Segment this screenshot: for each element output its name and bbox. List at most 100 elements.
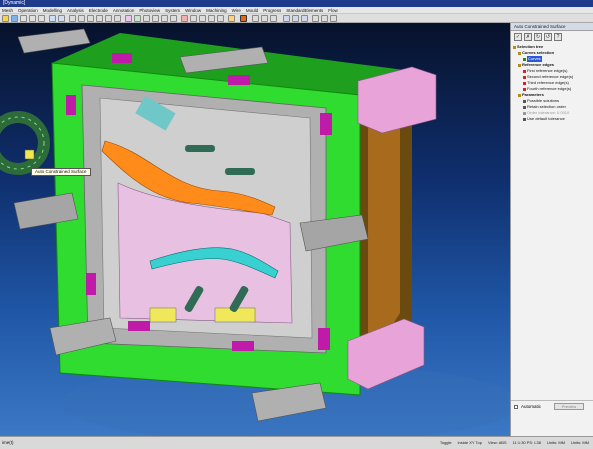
tree-node-icon [523, 81, 526, 85]
tooltip: Auto Constrained Surface [31, 168, 91, 176]
copy-icon[interactable] [29, 15, 36, 22]
layer-icon[interactable] [190, 15, 197, 22]
solid-icon[interactable] [114, 15, 121, 22]
toolbar [0, 14, 593, 23]
select-icon[interactable] [252, 15, 259, 22]
tree-node-icon [523, 57, 526, 61]
menu-item-analysis[interactable]: Analysis [67, 8, 84, 13]
curve-icon[interactable] [96, 15, 103, 22]
automatic-label: Automatic [521, 404, 542, 409]
window-title: [Dynamic] [0, 0, 593, 7]
purple-pad [112, 53, 132, 63]
purple-pad [232, 341, 254, 351]
purple-pad [320, 113, 332, 135]
purple-pad [86, 273, 96, 295]
menu-item-standardelements[interactable]: StandardElements [286, 8, 323, 13]
view-iso-icon[interactable] [217, 15, 224, 22]
section-icon[interactable] [301, 15, 308, 22]
3d-viewport[interactable]: Auto Constrained Surface [0, 23, 510, 436]
tree-node-icon [523, 105, 526, 109]
tree-node-icon [523, 99, 526, 103]
mould-model [0, 28, 510, 436]
arc-icon[interactable] [87, 15, 94, 22]
redo-icon[interactable] [58, 15, 65, 22]
light-icon[interactable] [292, 15, 299, 22]
color-swatch-selected[interactable] [24, 149, 35, 160]
line-icon[interactable] [78, 15, 85, 22]
menu-item-photoview[interactable]: Photoview [139, 8, 160, 13]
tree-node-icon [513, 45, 516, 49]
menu-item-mould[interactable]: Mould [246, 8, 258, 13]
automatic-checkbox[interactable] [514, 404, 518, 409]
active-tool-icon[interactable] [240, 15, 247, 22]
purple-pad [128, 321, 150, 331]
paste-icon[interactable] [38, 15, 45, 22]
measure-icon[interactable] [181, 15, 188, 22]
tree-node-icon [518, 51, 521, 55]
help-icon[interactable]: ? [554, 33, 562, 41]
clamp-top-left [17, 28, 91, 54]
purple-pad [66, 95, 76, 115]
tree-node-icon [523, 69, 526, 73]
properties-panel: Auto Constrained Surface ✓ ✗ ↻ ↺? Selection… [510, 23, 593, 436]
pan-icon[interactable] [161, 15, 168, 22]
menu-item-wire[interactable]: Wire [232, 8, 241, 13]
status-items: Toggle inside XY Top View: ABS 11:1:30 PS: … [440, 440, 589, 445]
highlight-icon[interactable] [228, 15, 235, 22]
status-item: Toggle [439, 440, 452, 445]
selection-tree: Selection tree Curves selection Curves Refe… [511, 43, 593, 123]
yellow-insert-left [149, 307, 177, 323]
menu-item-mesh[interactable]: Mesh [2, 8, 13, 13]
axis-icon[interactable] [321, 15, 328, 22]
panel-toolbar: ✓ ✗ ↻ ↺? [511, 31, 593, 43]
snap-icon[interactable] [270, 15, 277, 22]
menu-item-annotation[interactable]: Annotation [113, 8, 135, 13]
menu-item-progress[interactable]: Progress [263, 8, 281, 13]
render-icon[interactable] [283, 15, 290, 22]
menu-item-electrode[interactable]: Electrode [89, 8, 108, 13]
menu-item-window[interactable]: Window [185, 8, 201, 13]
zoom-in-icon[interactable] [143, 15, 150, 22]
shade-icon[interactable] [125, 15, 132, 22]
tree-node-icon [523, 111, 526, 115]
open-icon[interactable] [2, 15, 9, 22]
menu-item-flow[interactable]: Flow [328, 8, 338, 13]
save-icon[interactable] [11, 15, 18, 22]
tree-node-icon [518, 63, 521, 67]
surface-icon[interactable] [105, 15, 112, 22]
menu-bar: Mesh Operation Modelling Analysis Electrode A… [0, 7, 593, 14]
point-icon[interactable] [69, 15, 76, 22]
tree-node-icon [523, 87, 526, 91]
status-item: Units: MM [547, 440, 565, 445]
ok-icon[interactable]: ✓ [514, 33, 522, 41]
color-wheel[interactable] [0, 111, 50, 175]
rotate-icon[interactable] [170, 15, 177, 22]
cancel-icon[interactable]: ✗ [524, 33, 532, 41]
tree-node-icon [523, 117, 526, 121]
zoom-out-icon[interactable] [152, 15, 159, 22]
menu-item-modelling[interactable]: Modelling [43, 8, 62, 13]
status-item: Units: MM [571, 440, 589, 445]
help-icon[interactable] [330, 15, 337, 22]
cooling-pin-2 [185, 145, 215, 152]
grid-icon[interactable] [312, 15, 319, 22]
purple-pad [318, 328, 330, 350]
tree-item[interactable]: Use default tolerance [513, 116, 591, 122]
status-item: 11:1:30 PS: L38 [512, 440, 541, 445]
purple-pad [228, 75, 250, 85]
status-left: ime(t) [2, 440, 14, 445]
preview-button[interactable]: Preview [554, 403, 585, 410]
undo-icon[interactable] [49, 15, 56, 22]
filter-icon[interactable] [261, 15, 268, 22]
refresh-icon[interactable]: ↻ [534, 33, 542, 41]
wireframe-icon[interactable] [134, 15, 141, 22]
status-item: inside XY Top [457, 440, 482, 445]
status-item: View: ABS [487, 440, 507, 445]
cut-icon[interactable] [20, 15, 27, 22]
menu-item-machining[interactable]: Machining [206, 8, 227, 13]
view-top-icon[interactable] [199, 15, 206, 22]
menu-item-operation[interactable]: Operation [18, 8, 38, 13]
view-front-icon[interactable] [208, 15, 215, 22]
menu-item-system[interactable]: System [165, 8, 180, 13]
undo-icon[interactable]: ↺ [544, 33, 552, 41]
